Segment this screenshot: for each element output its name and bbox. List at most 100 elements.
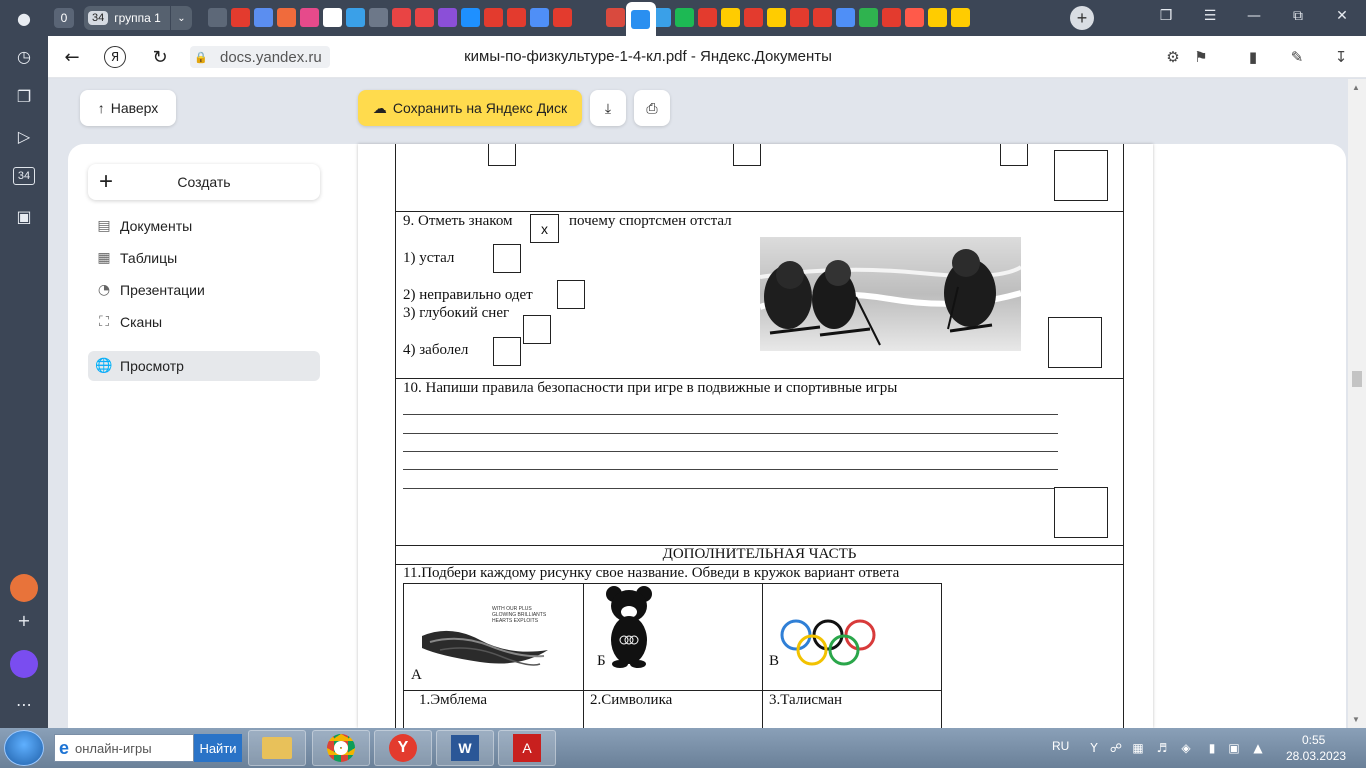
alice-icon[interactable] <box>10 650 38 678</box>
search-value: онлайн-игры <box>75 740 152 756</box>
q9-prompt-end: почему спортсмен отстал <box>569 213 732 229</box>
restore-icon[interactable]: ⧉ <box>1286 8 1310 24</box>
pinned-tab-favicon-icon[interactable] <box>231 8 250 27</box>
sidebar-item-tables[interactable]: ▦ Таблицы <box>88 243 320 273</box>
pinned-tab-favicon-icon[interactable] <box>208 8 227 27</box>
volume-icon[interactable]: ♬ <box>1154 740 1170 756</box>
chrome-icon[interactable] <box>312 730 370 766</box>
scroll-up-icon[interactable]: ▲ <box>1352 83 1360 92</box>
add-icon[interactable]: + <box>10 606 38 634</box>
gpu-tray-icon[interactable]: ▦ <box>1130 740 1146 756</box>
display-tray-icon[interactable]: ▣ <box>1226 740 1242 756</box>
history-icon[interactable]: ◷ <box>10 42 38 70</box>
battery-icon[interactable]: ▮ <box>1242 47 1264 67</box>
clock-date[interactable]: 28.03.2023 <box>1286 749 1346 763</box>
network-tray-icon[interactable]: ☍ <box>1108 740 1124 756</box>
pinned-tab-favicon-icon[interactable] <box>859 8 878 27</box>
sidebar-item-documents[interactable]: ▤ Документы <box>88 211 320 241</box>
scroll-thumb[interactable] <box>1352 371 1362 387</box>
search-field[interactable]: e онлайн-игры <box>54 734 194 762</box>
page-scrollbar[interactable]: ▲ ▼ <box>1348 79 1366 728</box>
mascot-bear-illustration <box>604 584 656 668</box>
profile-icon[interactable]: ● <box>10 4 38 32</box>
pinned-tab-favicon-icon[interactable] <box>415 8 434 27</box>
active-tab[interactable] <box>626 2 656 36</box>
reader-icon[interactable]: ✎ <box>1286 47 1308 67</box>
battery-tray-icon[interactable]: ▮ <box>1204 740 1220 756</box>
print-button[interactable]: ⎙ <box>634 90 670 126</box>
chevron-down-icon[interactable]: ⌄ <box>170 6 192 30</box>
save-to-disk-button[interactable]: ☁ Сохранить на Яндекс Диск <box>358 90 582 126</box>
pinned-tab-favicon-icon[interactable] <box>813 8 832 27</box>
pinned-tab-favicon-icon[interactable] <box>277 8 296 27</box>
pinned-tab-favicon-icon[interactable] <box>254 8 273 27</box>
q9-option-box <box>523 315 551 344</box>
pinned-tab-favicon-icon[interactable] <box>928 8 947 27</box>
pinned-tab-favicon-icon[interactable] <box>905 8 924 27</box>
table-border <box>395 378 1124 379</box>
pinned-tab-favicon-icon[interactable] <box>392 8 411 27</box>
yandex-browser-icon[interactable]: Y <box>374 730 432 766</box>
start-button[interactable] <box>4 730 44 766</box>
bookmark-icon[interactable]: ⚑ <box>1190 47 1212 67</box>
collections-icon[interactable]: ❐ <box>10 82 38 110</box>
scroll-down-icon[interactable]: ▼ <box>1352 715 1360 724</box>
pinned-tab-favicon-icon[interactable] <box>836 8 855 27</box>
clock-time[interactable]: 0:55 <box>1302 733 1325 747</box>
yandex-tray-icon[interactable]: Y <box>1086 740 1102 756</box>
pinned-tab-favicon-icon[interactable] <box>790 8 809 27</box>
pinned-tab-favicon-icon[interactable] <box>369 8 388 27</box>
sidebar-item-scans[interactable]: ⛶ Сканы <box>88 307 320 337</box>
pinned-tab-favicon-icon[interactable] <box>484 8 503 27</box>
search-button[interactable]: Найти <box>194 734 242 762</box>
app-icon[interactable] <box>10 574 38 602</box>
pinned-tab-favicon-icon[interactable] <box>438 8 457 27</box>
pinned-tab-favicon-icon[interactable] <box>767 8 786 27</box>
more-icon[interactable]: ⋯ <box>10 690 38 718</box>
pinned-tab-favicon-icon[interactable] <box>606 8 625 27</box>
download-icon[interactable]: ↧ <box>1330 47 1352 67</box>
answer-option: 2.Символика <box>590 692 673 708</box>
create-label: Создать <box>177 174 231 190</box>
pinned-tab-favicon-icon[interactable] <box>507 8 526 27</box>
signal-icon[interactable]: ▲ <box>1250 740 1266 756</box>
table-border <box>1123 144 1124 728</box>
security-tray-icon[interactable]: ◈ <box>1178 740 1194 756</box>
skiers-illustration <box>759 237 1023 351</box>
language-indicator[interactable]: RU <box>1052 739 1069 753</box>
tab-group[interactable]: 34 группа 1 ⌄ <box>84 6 192 30</box>
word-icon[interactable]: W <box>436 730 494 766</box>
docs-favicon-icon <box>631 10 650 29</box>
pdf-reader-icon[interactable]: A <box>498 730 556 766</box>
pinned-tab-favicon-icon[interactable] <box>346 8 365 27</box>
pinned-tab-favicon-icon[interactable] <box>461 8 480 27</box>
scroll-top-button[interactable]: ↑ Наверх <box>80 90 176 126</box>
sidebar-item-view[interactable]: 🌐 Просмотр <box>88 351 320 381</box>
pinned-tab-favicon-icon[interactable] <box>530 8 549 27</box>
answer-option: 3.Талисман <box>769 692 843 708</box>
sidebar-item-presentations[interactable]: ◔ Презентации <box>88 275 320 305</box>
q9-option-box <box>493 244 521 273</box>
pinned-tab-favicon-icon[interactable] <box>323 8 342 27</box>
pinned-tab-favicon-icon[interactable] <box>744 8 763 27</box>
close-icon[interactable]: ✕ <box>1330 8 1354 24</box>
pinned-tab-favicon-icon[interactable] <box>675 8 694 27</box>
screenshot-icon[interactable]: ▣ <box>10 202 38 230</box>
new-tab-button[interactable]: + <box>1070 6 1094 30</box>
create-button[interactable]: + Создать <box>88 164 320 200</box>
extensions-icon[interactable]: ⚙ <box>1162 47 1184 67</box>
pinned-tab-favicon-icon[interactable] <box>882 8 901 27</box>
play-icon[interactable]: ▷ <box>10 122 38 150</box>
minimize-icon[interactable]: — <box>1242 8 1266 24</box>
bookmarks-icon[interactable]: ❒ <box>1154 8 1178 24</box>
explorer-icon[interactable] <box>248 730 306 766</box>
pinned-tab-favicon-icon[interactable] <box>698 8 717 27</box>
pinned-tab-favicon-icon[interactable] <box>300 8 319 27</box>
pinned-tab-favicon-icon[interactable] <box>951 8 970 27</box>
tab-counter[interactable]: 0 <box>54 8 74 28</box>
menu-icon[interactable]: ☰ <box>1198 8 1222 24</box>
download-button[interactable]: ⤓ <box>590 90 626 126</box>
pinned-tab-favicon-icon[interactable] <box>553 8 572 27</box>
tabs-count-badge[interactable]: 34 <box>13 167 35 185</box>
pinned-tab-favicon-icon[interactable] <box>721 8 740 27</box>
